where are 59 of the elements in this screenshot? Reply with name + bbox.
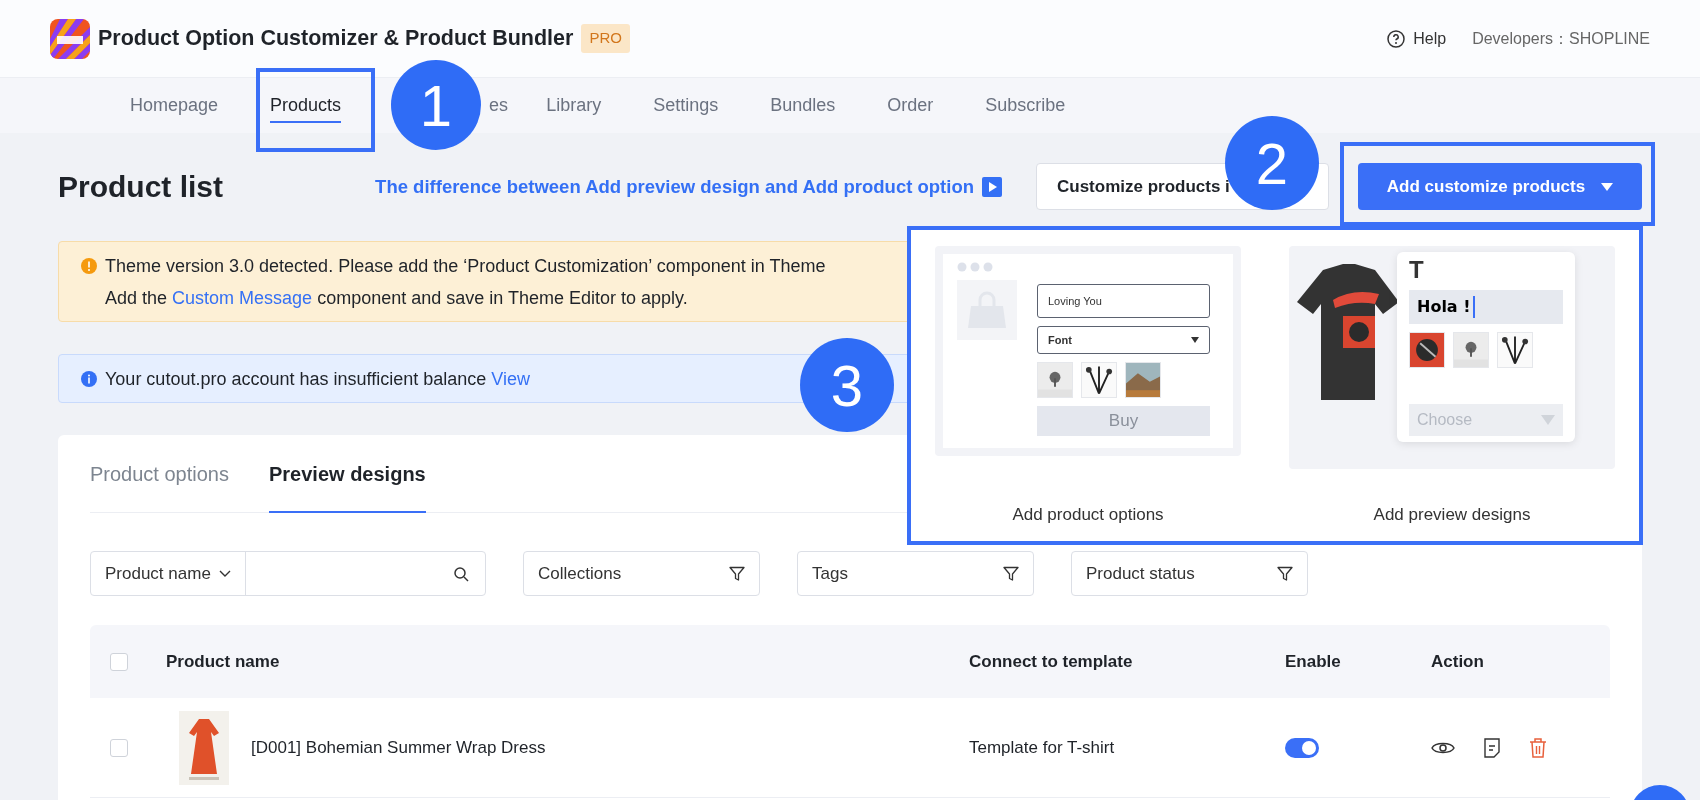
app-logo-icon <box>50 18 90 59</box>
page-title: Product list <box>58 168 223 205</box>
nav-tab[interactable]: Library <box>546 78 602 133</box>
buy-button-sample: Buy <box>1037 406 1210 436</box>
column-header: Action <box>1431 650 1485 673</box>
alert-link[interactable]: Custom Message <box>172 288 313 308</box>
column-header: Enable <box>1285 650 1342 673</box>
shopping-bag-icon <box>957 280 1017 340</box>
nav-tab[interactable]: Homepage <box>130 78 219 133</box>
trash-icon[interactable] <box>1529 737 1547 758</box>
nav-tab[interactable]: es <box>489 78 509 133</box>
nav-tab[interactable]: Bundles <box>770 78 836 133</box>
filter-select[interactable]: Collections <box>523 551 760 596</box>
filter-select[interactable]: Product status <box>1071 551 1308 596</box>
caret-icon <box>1601 182 1614 191</box>
filter-icon <box>729 565 745 582</box>
help-link[interactable]: Help <box>1387 26 1447 51</box>
nav-tab[interactable]: Products <box>270 78 342 133</box>
help-link[interactable]: The difference between Add preview design and Add product option <box>375 172 974 201</box>
caret-icon <box>1541 415 1555 425</box>
search-icon <box>453 565 469 582</box>
add-products-button[interactable]: Add customize products <box>1358 163 1642 210</box>
checkbox[interactable] <box>110 738 128 757</box>
product-name: [D001] Bohemian Summer Wrap Dress <box>251 736 546 759</box>
nav-tab[interactable]: Order <box>887 78 934 133</box>
enable-toggle[interactable] <box>1285 737 1319 758</box>
chevron-down-icon <box>218 569 231 578</box>
text-field-sample: Loving You <box>1037 284 1210 318</box>
search-field[interactable]: Product name <box>90 551 486 596</box>
plan-badge: PRO <box>581 24 630 53</box>
column-header: Connect to template <box>969 650 1134 673</box>
help-icon <box>1387 29 1406 48</box>
alert-text: Theme version 3.0 detected. Please add the ‘Product Customization’ component in Theme <box>105 255 826 278</box>
warning-icon <box>81 258 97 274</box>
text-field-sample: Hola ! <box>1409 290 1563 324</box>
content-tab[interactable]: Product options <box>90 435 229 512</box>
step-marker: 3 <box>800 338 894 432</box>
menu-option[interactable]: Loving You Font Buy Add product options <box>935 246 1241 527</box>
developer-label: Developers：SHOPLINE <box>1472 28 1650 49</box>
column-header: Product name <box>166 650 281 673</box>
info-icon <box>81 371 97 387</box>
text-tool-label: T <box>1409 258 1424 282</box>
nav-tab[interactable]: Settings <box>653 78 719 133</box>
checkbox[interactable] <box>110 652 128 671</box>
alert-text: Add the Custom Message component and save in Theme Editor to apply. <box>105 287 689 310</box>
text-cursor <box>1472 296 1475 318</box>
select-sample: Font <box>1037 326 1210 354</box>
caret-icon <box>1191 337 1199 343</box>
filter-icon <box>1003 565 1019 582</box>
play-icon[interactable] <box>982 176 1002 197</box>
template-name: Template for T-shirt <box>969 736 1116 759</box>
alert-text: Your cutout.pro account has insufficient balance View <box>105 368 530 391</box>
document-icon[interactable] <box>1483 737 1501 758</box>
nav-tab[interactable]: Subscribe <box>985 78 1066 133</box>
filter-icon <box>1277 565 1293 582</box>
app-title: Product Option Customizer & Product Bundler <box>98 25 574 53</box>
filter-select[interactable]: Tags <box>797 551 1034 596</box>
content-tab[interactable]: Preview designs <box>269 435 426 512</box>
alert-link[interactable]: View <box>491 369 530 389</box>
